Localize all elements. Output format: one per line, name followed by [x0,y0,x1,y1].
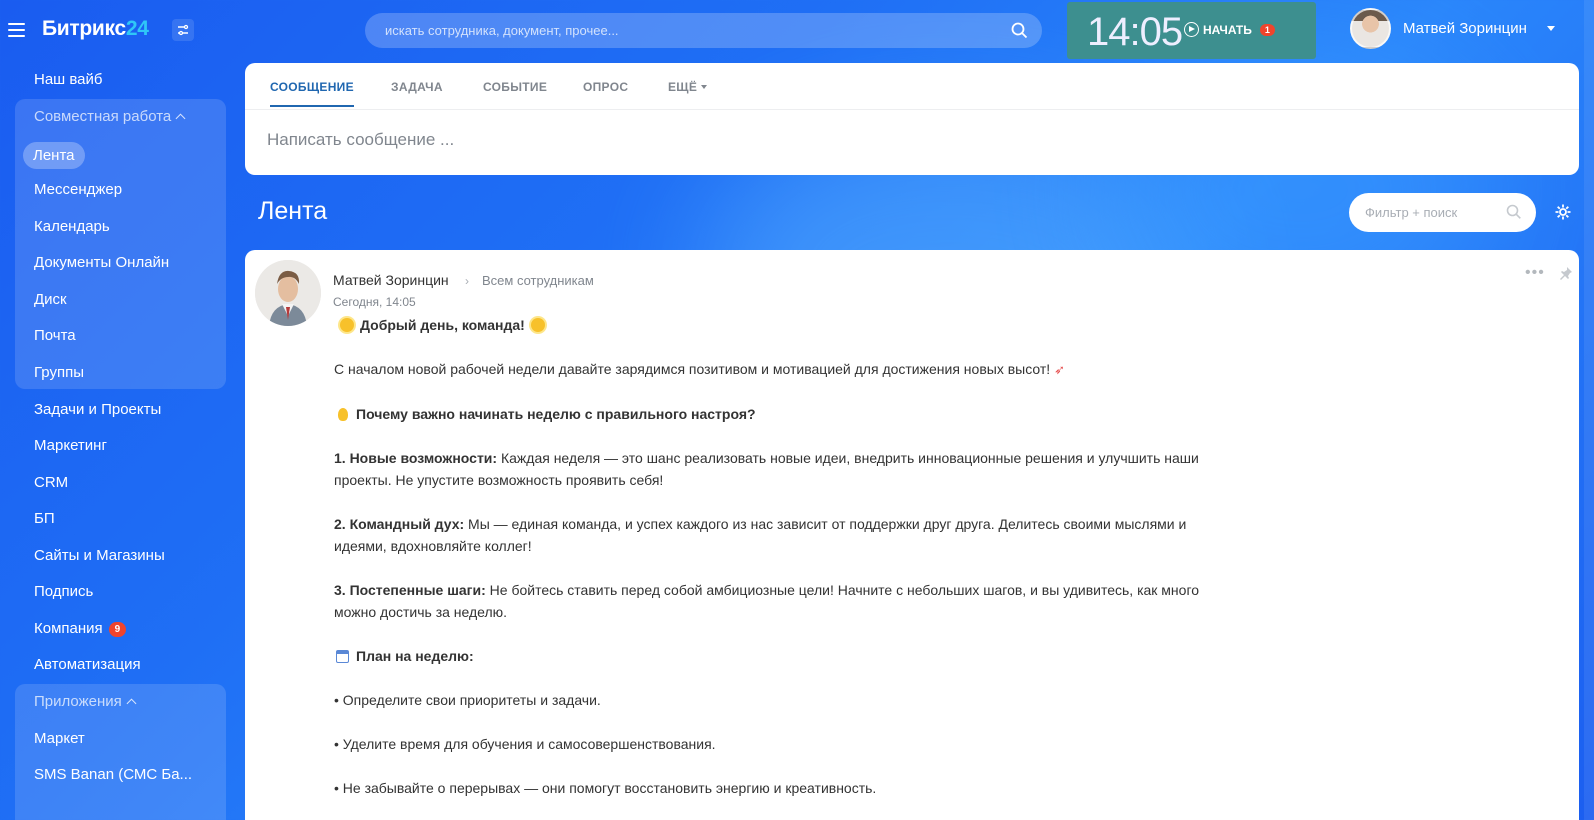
sidebar-group-title-collaboration[interactable]: Совместная работа [34,108,186,125]
sidebar-item-mail[interactable]: Почта [34,327,76,344]
post-author-link[interactable]: Матвей Зоринцин [333,272,449,288]
tab-message[interactable]: СООБЩЕНИЕ [270,80,354,107]
chevron-right-icon: › [465,274,469,288]
chevron-up-icon [175,113,186,124]
feed-filter [1349,193,1536,232]
post-why-title: Почему важно начинать неделю с правильно… [356,406,756,422]
sidebar-item-calendar[interactable]: Календарь [34,218,110,235]
post-composer: СООБЩЕНИЕ ЗАДАЧА СОБЫТИЕ ОПРОС ЕЩЁ Напис… [245,63,1579,175]
menu-burger-icon[interactable] [8,23,25,37]
sidebar-item-sites[interactable]: Сайты и Магазины [34,547,165,564]
post-point-2-title: 2. Командный дух: [334,516,465,532]
settings-sliders-icon[interactable] [172,19,194,41]
user-name: Матвей Зоринцин [1403,20,1527,37]
sun-icon [340,318,354,332]
more-options-icon[interactable]: ••• [1525,264,1545,282]
list-item: • Определите свои приоритеты и задачи. [334,692,601,708]
sidebar-item-sms-banan[interactable]: SMS Banan (СМС Ба... [34,766,192,783]
scrollbar[interactable] [1584,0,1594,820]
post-plan-title: План на неделю: [356,648,474,664]
list-item: • Уделите время для обучения и самосовер… [334,736,716,752]
chevron-up-icon [126,698,137,709]
logo[interactable]: Битрикс24 [42,17,149,41]
sidebar-item-market[interactable]: Маркет [34,730,85,747]
start-workday-button[interactable]: НАЧАТЬ 1 [1184,22,1275,37]
sidebar-item-bp[interactable]: БП [34,510,55,527]
user-menu[interactable]: Матвей Зоринцин [1350,8,1555,49]
sidebar-item-docs-online[interactable]: Документы Онлайн [34,254,169,271]
sidebar-item-messenger[interactable]: Мессенджер [34,181,122,198]
sidebar: Наш вайб Совместная работа Лента Мессенд… [0,62,240,820]
status-badge: 9 [108,622,127,637]
tab-task[interactable]: ЗАДАЧА [391,80,443,94]
sidebar-item-signature[interactable]: Подпись [34,583,93,600]
sidebar-item-automation[interactable]: Автоматизация [34,656,141,673]
post-audience-link[interactable]: Всем сотрудникам [482,273,594,288]
sidebar-item-our-vibe[interactable]: Наш вайб [34,71,103,88]
work-day-widget[interactable]: 14:05 НАЧАТЬ 1 [1067,2,1316,59]
play-icon [1184,22,1199,37]
search-icon[interactable] [1011,22,1028,39]
clock-time: 14:05 [1087,10,1183,54]
pin-icon[interactable] [1559,266,1573,280]
list-item: • Не забывайте о перерывах — они помогут… [334,780,877,796]
calendar-icon [336,650,349,663]
message-input[interactable]: Написать сообщение ... [267,130,454,150]
post-body: Добрый день, команда! С началом новой ра… [334,314,1234,799]
feed-post: Матвей Зоринцин › Всем сотрудникам Сегод… [245,250,1579,820]
sidebar-item-crm[interactable]: CRM [34,474,68,491]
avatar [1350,8,1391,49]
tab-more[interactable]: ЕЩЁ [668,80,708,94]
post-date: Сегодня, 14:05 [333,295,416,309]
global-search [365,13,1042,48]
sidebar-item-feed[interactable]: Лента [23,142,85,169]
page-title: Лента [258,197,328,225]
sidebar-group-title-apps[interactable]: Приложения [34,693,137,710]
lightbulb-icon [338,408,348,421]
gear-icon[interactable] [1554,203,1572,221]
top-header: Битрикс24 14:05 НАЧАТЬ 1 Матвей Зоринцин [0,0,1594,62]
sidebar-item-company[interactable]: Компания 9 [34,620,127,637]
composer-tabs: СООБЩЕНИЕ ЗАДАЧА СОБЫТИЕ ОПРОС ЕЩЁ [245,63,1579,110]
notification-badge: 1 [1259,23,1275,36]
tab-poll[interactable]: ОПРОС [583,80,628,94]
sidebar-item-tasks[interactable]: Задачи и Проекты [34,401,161,418]
post-point-3-title: 3. Постепенные шаги: [334,582,486,598]
chevron-down-icon [1546,26,1555,31]
post-intro: С началом новой рабочей недели давайте з… [334,361,1051,377]
sidebar-item-marketing[interactable]: Маркетинг [34,437,107,454]
post-point-1-title: 1. Новые возможности: [334,450,498,466]
sun-icon [530,318,545,332]
chevron-down-icon [701,85,708,89]
search-icon[interactable] [1506,204,1522,220]
sidebar-item-groups[interactable]: Группы [34,364,84,381]
post-greeting: Добрый день, команда! [360,317,525,333]
sidebar-item-disk[interactable]: Диск [34,291,67,308]
author-avatar[interactable] [255,260,321,326]
rocket-icon: ➶ [1054,362,1066,377]
tab-event[interactable]: СОБЫТИЕ [483,80,547,94]
search-input[interactable] [365,13,1042,48]
